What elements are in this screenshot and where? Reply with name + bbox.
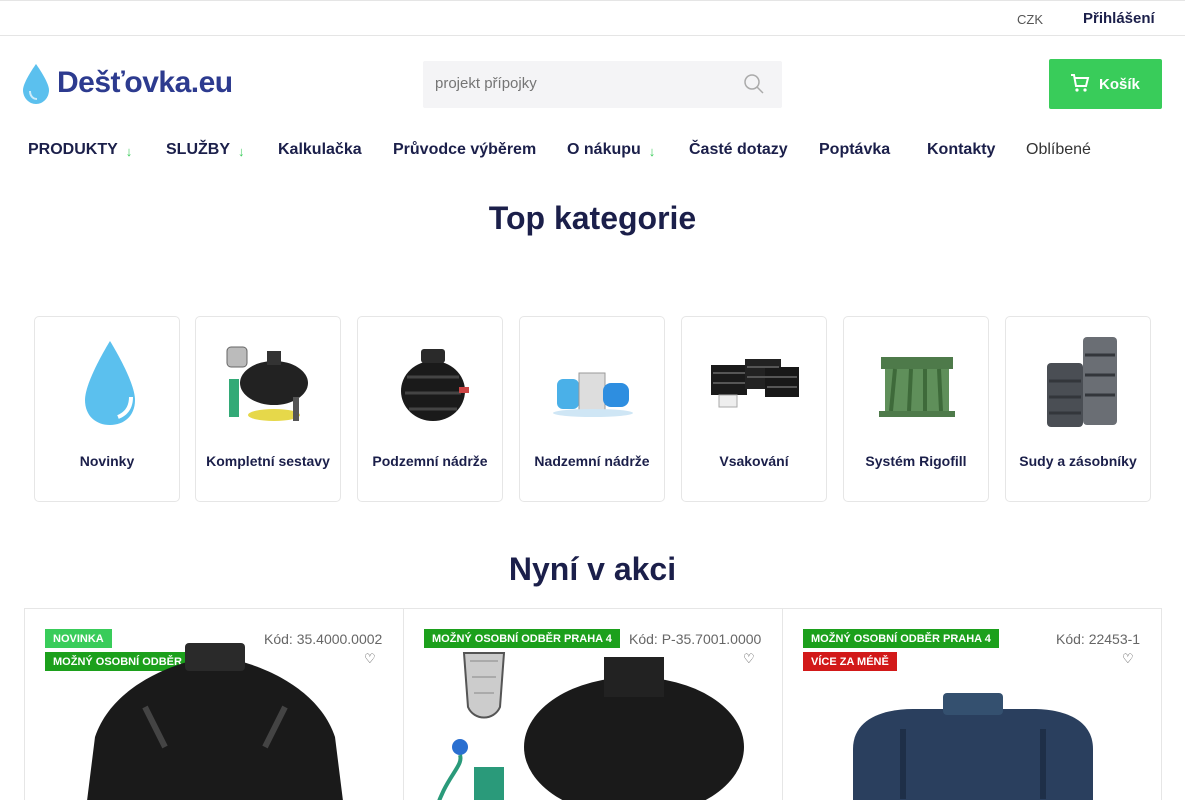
water-drop-icon — [85, 341, 135, 425]
cart-icon — [1071, 74, 1090, 92]
favorite-icon[interactable]: ♡ — [1122, 651, 1134, 667]
search-box[interactable] — [423, 61, 782, 108]
arrow-down-icon: ↓ — [238, 144, 245, 159]
product-card[interactable]: MOŽNÝ OSOBNÍ ODBĚR PRAHA 4 VÍCE ZA MÉNĚ … — [782, 608, 1162, 800]
nav-item-caste-dotazy[interactable]: Časté dotazy — [689, 141, 788, 159]
barrel-icon — [1047, 337, 1117, 427]
product-code: Kód: 22453-1 — [1056, 631, 1141, 647]
search-icon[interactable] — [744, 74, 764, 94]
category-card-sudy-a-zasobniky[interactable]: Sudy a zásobníky — [1005, 316, 1151, 502]
nav-item-produkty[interactable]: PRODUKTY ↓ — [28, 141, 132, 159]
rigofill-block-icon — [879, 357, 955, 417]
product-image — [437, 652, 744, 800]
category-card-vsakovani[interactable]: Vsakování — [681, 316, 827, 502]
product-card[interactable]: NOVINKA MOŽNÝ OSOBNÍ ODBĚR PRAHA 4 Kód: … — [24, 608, 404, 800]
nav-item-pruvodce[interactable]: Průvodce výběrem — [393, 141, 536, 159]
tank-set-icon — [226, 346, 308, 421]
nav-label: SLUŽBY — [166, 141, 230, 158]
nav-item-kontakty[interactable]: Kontakty — [927, 141, 995, 159]
underground-tank-icon — [401, 349, 469, 421]
category-label: Vsakování — [719, 453, 789, 469]
on-sale-title: Nyní v akci — [508, 551, 677, 587]
cart-button[interactable]: Košík — [1049, 59, 1162, 109]
cart-label: Košík — [1099, 76, 1140, 93]
badge-more-for-less: VÍCE ZA MÉNĚ — [803, 652, 897, 671]
top-bar: CZK Přihlášení — [0, 0, 1185, 36]
nav-item-oblibene[interactable]: Oblíbené — [1026, 141, 1091, 159]
category-label: Systém Rigofill — [865, 453, 967, 469]
category-card-podzemni-nadrze[interactable]: Podzemní nádrže — [357, 316, 503, 502]
nav-item-o-nakupu[interactable]: O nákupu ↓ — [567, 141, 655, 159]
nav-item-sluzby[interactable]: SLUŽBY ↓ — [166, 141, 245, 159]
category-label: Kompletní sestavy — [206, 453, 330, 469]
arrow-down-icon: ↓ — [648, 144, 656, 159]
category-label: Sudy a zásobníky — [1019, 453, 1137, 469]
category-label: Podzemní nádrže — [372, 453, 488, 469]
category-card-system-rigofill[interactable]: Systém Rigofill — [843, 316, 989, 502]
product-image — [87, 643, 343, 800]
top-categories-title: Top kategorie — [488, 200, 697, 236]
category-label: Nadzemní nádrže — [534, 453, 650, 469]
site-logo[interactable]: Dešťovka.eu — [23, 64, 238, 104]
aboveground-tank-icon — [553, 372, 633, 417]
product-image — [853, 693, 1093, 800]
nav-label: PRODUKTY — [28, 141, 118, 158]
nav-label: O nákupu — [567, 141, 641, 158]
search-input[interactable] — [435, 75, 725, 92]
logo-text: Dešťovka.eu — [57, 66, 233, 99]
product-card[interactable]: MOŽNÝ OSOBNÍ ODBĚR PRAHA 4 Kód: P-35.700… — [403, 608, 783, 800]
arrow-down-icon: ↓ — [125, 144, 133, 159]
category-card-nadzemni-nadrze[interactable]: Nadzemní nádrže — [519, 316, 665, 502]
water-drop-logo-icon — [23, 64, 49, 104]
badge-pickup: MOŽNÝ OSOBNÍ ODBĚR PRAHA 4 — [803, 629, 999, 648]
category-card-kompletni-sestavy[interactable]: Kompletní sestavy — [195, 316, 341, 502]
currency-selector[interactable]: CZK — [1017, 12, 1043, 27]
login-link[interactable]: Přihlášení — [1083, 10, 1155, 27]
product-code: Kód: P-35.7001.0000 — [629, 631, 762, 647]
favorite-icon[interactable]: ♡ — [364, 651, 376, 667]
nav-item-poptavka[interactable]: Poptávka — [819, 141, 890, 159]
category-label: Novinky — [79, 453, 135, 469]
badge-pickup: MOŽNÝ OSOBNÍ ODBĚR PRAHA 4 — [424, 629, 620, 648]
nav-item-kalkulacka[interactable]: Kalkulačka — [278, 141, 362, 159]
category-card-novinky[interactable]: Novinky — [34, 316, 180, 502]
infiltration-block-icon — [711, 359, 799, 408]
